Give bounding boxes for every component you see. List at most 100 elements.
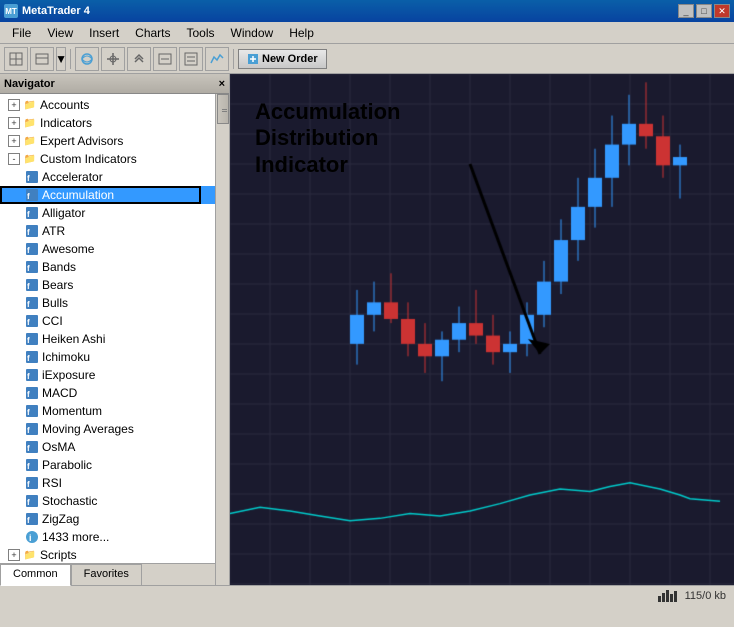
nav-item-momentum[interactable]: f Momentum [0,402,215,420]
menu-file[interactable]: File [4,24,39,42]
folder-icon-scripts: 📁 [22,547,38,563]
nav-item-heiken-ashi[interactable]: f Heiken Ashi [0,330,215,348]
nav-item-rsi[interactable]: f RSI [0,474,215,492]
app-icon: MT [4,4,18,18]
toolbar-zoom-in[interactable] [127,47,151,71]
nav-item-parabolic[interactable]: f Parabolic [0,456,215,474]
title-bar-controls[interactable]: _ □ ✕ [678,4,730,18]
nav-item-stochastic[interactable]: f Stochastic [0,492,215,510]
nav-item-bears[interactable]: f Bears [0,276,215,294]
nav-item-scripts[interactable]: + 📁 Scripts [0,546,215,563]
indicator-icon-alligator: f [24,205,40,221]
chart-area[interactable]: Accumulation Distribution Indicator [230,74,734,585]
nav-label-bulls: Bulls [42,296,68,310]
minimize-button[interactable]: _ [678,4,694,18]
nav-item-macd[interactable]: f MACD [0,384,215,402]
toolbar-separator-2 [233,49,234,69]
toolbar-properties[interactable] [179,47,203,71]
expand-icon-ea[interactable]: + [8,135,20,147]
nav-item-accumulation[interactable]: f Accumulation [0,186,215,204]
more-icon: i [24,529,40,545]
nav-item-cci[interactable]: f CCI [0,312,215,330]
svg-text:f: f [27,444,30,453]
nav-item-accounts[interactable]: + 📁 Accounts [0,96,215,114]
nav-item-indicators[interactable]: + 📁 Indicators [0,114,215,132]
nav-item-alligator[interactable]: f Alligator [0,204,215,222]
indicator-icon-osma: f [24,439,40,455]
nav-label-momentum: Momentum [42,404,102,418]
nav-tree[interactable]: + 📁 Accounts + 📁 Indicators + 📁 Expert A… [0,94,229,563]
indicator-icon-atr: f [24,223,40,239]
indicator-icon-ichimoku: f [24,349,40,365]
nav-item-awesome[interactable]: f Awesome [0,240,215,258]
new-order-label: New Order [262,53,318,65]
status-bar: 115/0 kb [0,585,734,605]
nav-label-heiken-ashi: Heiken Ashi [42,332,105,346]
nav-item-ichimoku[interactable]: f Ichimoku [0,348,215,366]
toolbar-dropdown1[interactable]: ▼ [56,47,66,71]
folder-icon-custom: 📁 [22,151,38,167]
expand-icon-custom[interactable]: - [8,153,20,165]
menu-charts[interactable]: Charts [127,24,178,42]
annotation-line1: Accumulation [255,99,400,125]
status-memory: 115/0 kb [685,590,726,602]
nav-label-alligator: Alligator [42,206,85,220]
nav-scroll-thumb[interactable] [217,94,229,124]
toolbar-connect[interactable] [75,47,99,71]
nav-item-more[interactable]: i 1433 more... [0,528,215,546]
indicator-icon-stochastic: f [24,493,40,509]
svg-text:f: f [27,210,30,219]
nav-item-accelerator[interactable]: f Accelerator [0,168,215,186]
nav-item-iexposure[interactable]: f iExposure [0,366,215,384]
nav-tabs: Common Favorites [0,563,229,585]
title-bar-left: MT MetaTrader 4 [4,4,90,18]
menu-help[interactable]: Help [281,24,322,42]
expand-icon-indicators[interactable]: + [8,117,20,129]
close-button[interactable]: ✕ [714,4,730,18]
folder-icon-indicators: 📁 [22,115,38,131]
nav-item-atr[interactable]: f ATR [0,222,215,240]
menu-insert[interactable]: Insert [81,24,127,42]
toolbar-templates[interactable] [30,47,54,71]
folder-icon-accounts: 📁 [22,97,38,113]
main-content: Navigator × + 📁 Accounts + 📁 Indicators … [0,74,734,585]
toolbar-new-chart[interactable] [4,47,28,71]
menu-view[interactable]: View [39,24,81,42]
indicator-icon-awesome: f [24,241,40,257]
nav-item-bands[interactable]: f Bands [0,258,215,276]
indicator-icon-macd: f [24,385,40,401]
tab-common[interactable]: Common [0,564,71,586]
nav-item-osma[interactable]: f OsMA [0,438,215,456]
toolbar-indicators[interactable] [205,47,229,71]
annotation-line3: Indicator [255,152,400,178]
nav-label-accelerator: Accelerator [42,170,103,184]
nav-item-expert-advisors[interactable]: + 📁 Expert Advisors [0,132,215,150]
menu-tools[interactable]: Tools [179,24,223,42]
nav-scrollbar[interactable] [215,94,229,585]
nav-item-moving-averages[interactable]: f Moving Averages [0,420,215,438]
nav-label-custom: Custom Indicators [40,152,137,166]
annotation-overlay: Accumulation Distribution Indicator [255,99,400,178]
nav-item-custom-indicators[interactable]: - 📁 Custom Indicators [0,150,215,168]
nav-label-cci: CCI [42,314,63,328]
nav-label-accumulation: Accumulation [42,188,114,202]
svg-text:f: f [27,426,30,435]
nav-item-bulls[interactable]: f Bulls [0,294,215,312]
indicator-icon-accumulation: f [24,187,40,203]
svg-text:f: f [27,282,30,291]
navigator-panel: Navigator × + 📁 Accounts + 📁 Indicators … [0,74,230,585]
new-order-button[interactable]: New Order [238,49,327,69]
maximize-button[interactable]: □ [696,4,712,18]
expand-icon-scripts[interactable]: + [8,549,20,561]
toolbar-zoom-out[interactable] [153,47,177,71]
nav-item-zigzag[interactable]: f ZigZag [0,510,215,528]
navigator-title: Navigator [4,78,55,90]
svg-text:i: i [29,533,32,543]
indicator-icon-heiken-ashi: f [24,331,40,347]
tab-favorites[interactable]: Favorites [71,564,142,585]
navigator-close[interactable]: × [219,78,225,90]
toolbar-crosshair[interactable] [101,47,125,71]
toolbar: ▼ New Order [0,44,734,74]
menu-window[interactable]: Window [223,24,282,42]
expand-icon-accounts[interactable]: + [8,99,20,111]
